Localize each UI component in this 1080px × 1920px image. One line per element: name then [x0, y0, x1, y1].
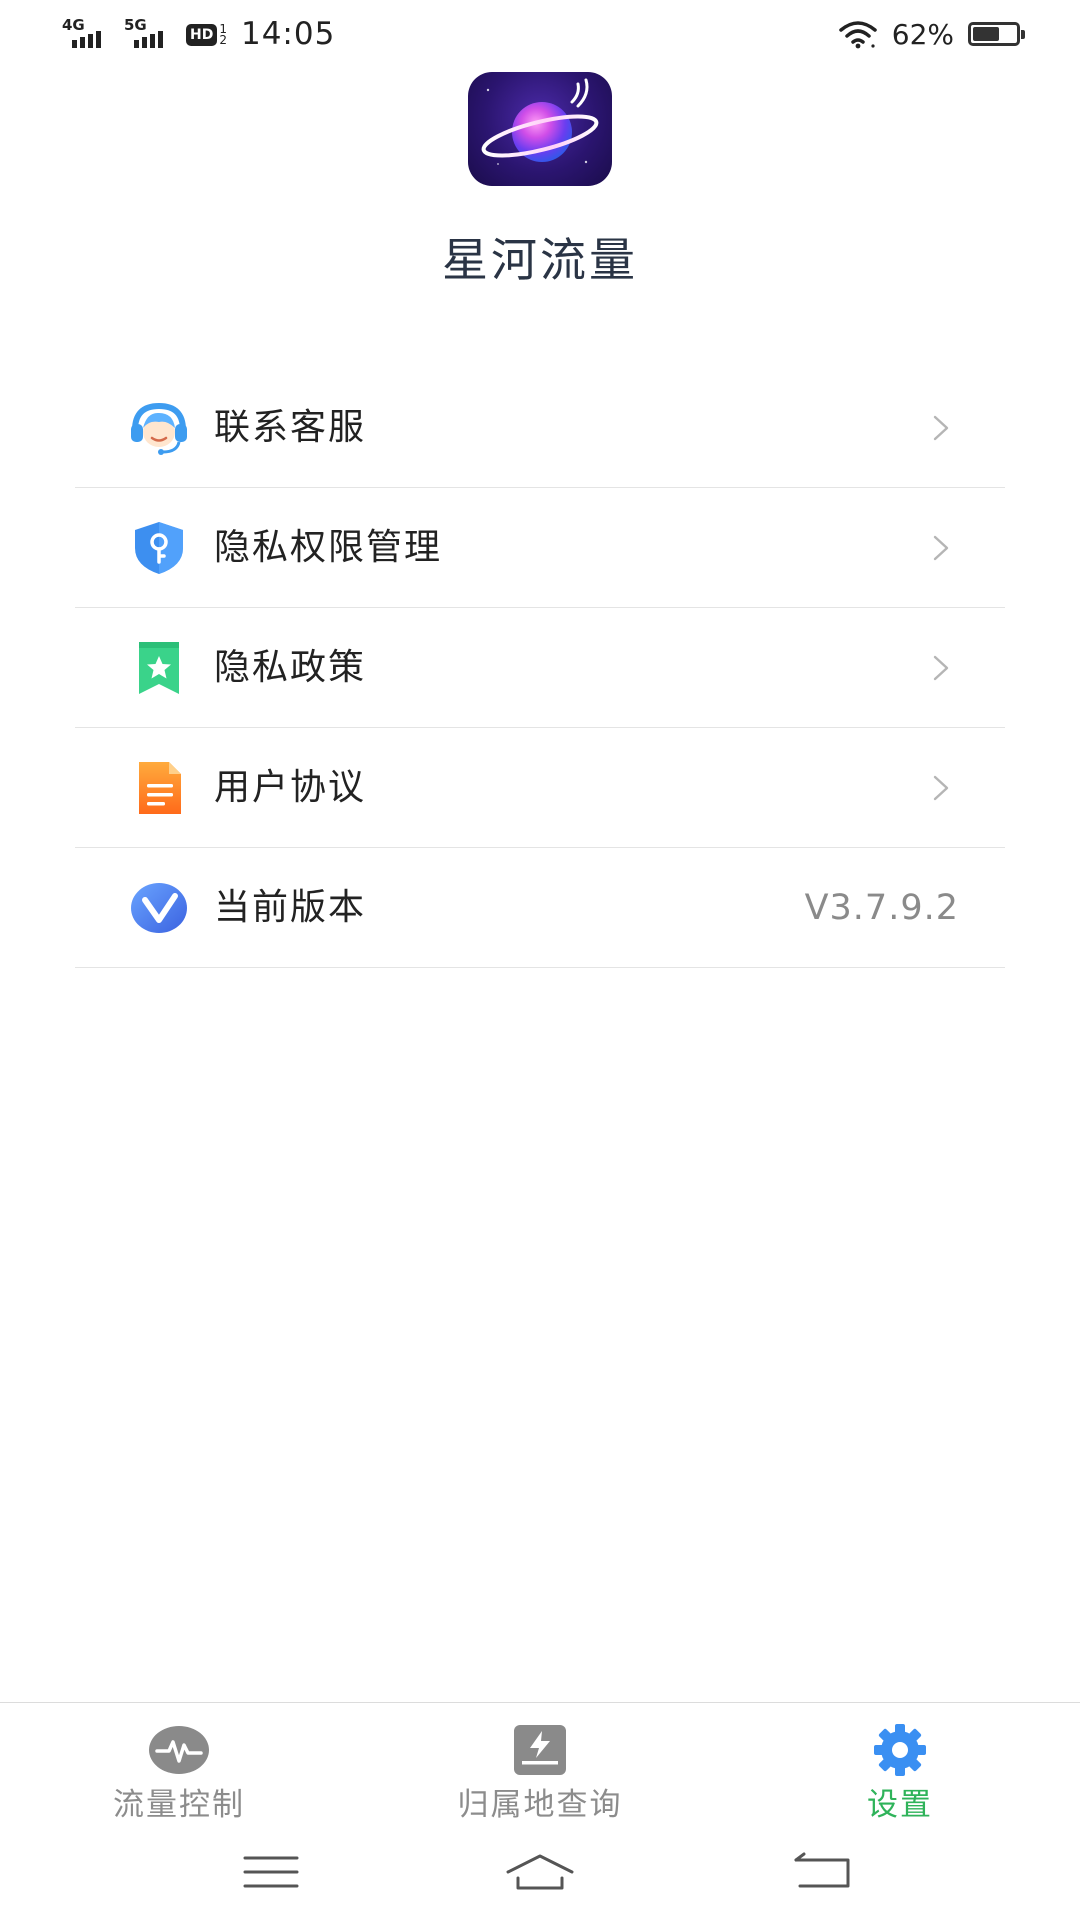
signal-5g-icon: 5G	[124, 14, 176, 54]
status-time: 14:05	[240, 16, 336, 52]
system-nav-bar	[0, 1822, 1080, 1920]
chevron-right-icon	[927, 535, 953, 561]
tab-label: 流量控制	[113, 1787, 245, 1823]
document-icon	[129, 760, 189, 816]
menu-item-current-version: 当前版本 V3.7.9.2	[75, 848, 1005, 968]
tab-traffic-control[interactable]: 流量控制	[49, 1703, 309, 1823]
lightning-box-icon	[510, 1723, 570, 1777]
tab-label: 设置	[867, 1787, 933, 1823]
hd-voice-icon: HD 1 2	[186, 22, 227, 48]
customer-service-icon	[129, 400, 189, 456]
planet-logo-icon	[468, 72, 612, 186]
menu-item-label: 用户协议	[214, 767, 367, 808]
status-bar: 4G 5G HD 1 2 14:05 62%	[0, 0, 1080, 68]
menu-lines-icon[interactable]	[231, 1842, 311, 1902]
hd-label: HD	[186, 24, 218, 46]
menu-item-privacy-permissions[interactable]: 隐私权限管理	[75, 488, 1005, 608]
app-name: 星河流量	[442, 233, 638, 287]
back-icon[interactable]	[782, 1842, 862, 1902]
chevron-right-icon	[927, 415, 953, 441]
settings-screen: 4G 5G HD 1 2 14:05 62% 星河流量 联系客服 隐私权限管理 …	[0, 0, 1080, 1920]
menu-item-label: 联系客服	[214, 407, 367, 448]
bottom-tab-bar: 流量控制 归属地查询 设置	[0, 1702, 1080, 1823]
battery-percent: 62%	[891, 17, 954, 51]
tab-location-lookup[interactable]: 归属地查询	[410, 1703, 670, 1823]
version-value: V3.7.9.2	[804, 888, 959, 928]
menu-item-label: 隐私权限管理	[214, 527, 443, 568]
menu-item-user-agreement[interactable]: 用户协议	[75, 728, 1005, 848]
gear-icon	[870, 1723, 930, 1777]
menu-item-label: 当前版本	[214, 887, 367, 928]
status-right: 62%	[838, 12, 1025, 56]
battery-fill	[973, 27, 1000, 41]
tab-settings[interactable]: 设置	[770, 1703, 1030, 1823]
pulse-icon	[149, 1723, 209, 1777]
signal-4g-icon: 4G	[62, 14, 114, 54]
tab-label: 归属地查询	[457, 1787, 623, 1823]
hd-bottom-label: 2	[219, 33, 227, 47]
shield-key-icon	[129, 520, 189, 576]
wifi-icon	[839, 21, 877, 49]
chevron-right-icon	[927, 655, 953, 681]
status-left: 4G 5G HD 1 2 14:05	[62, 10, 335, 58]
bookmark-star-icon	[129, 640, 189, 696]
menu-item-privacy-policy[interactable]: 隐私政策	[75, 608, 1005, 728]
chevron-right-icon	[927, 775, 953, 801]
settings-menu: 联系客服 隐私权限管理 隐私政策 用户协议 当前版本 V3.7.9.2	[75, 368, 1005, 968]
menu-item-customer-service[interactable]: 联系客服	[75, 368, 1005, 488]
menu-item-label: 隐私政策	[214, 647, 367, 688]
version-v-icon	[129, 880, 189, 936]
home-icon[interactable]	[500, 1842, 580, 1902]
battery-icon	[968, 22, 1025, 46]
